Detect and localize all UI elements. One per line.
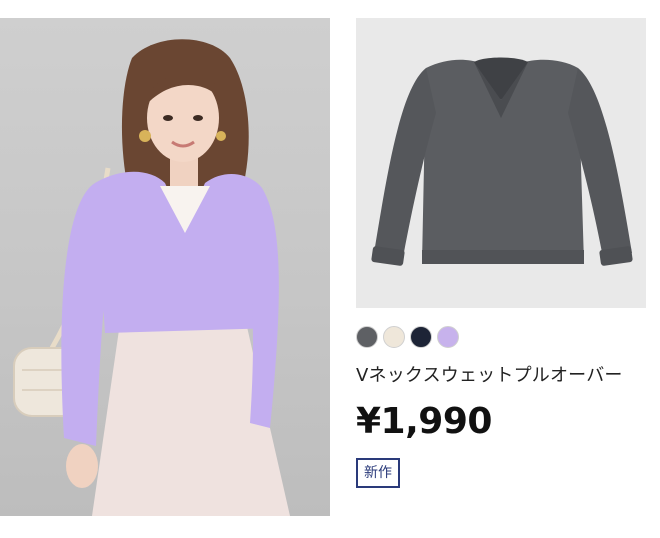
product-image[interactable]	[356, 18, 646, 308]
swatch-navy[interactable]	[410, 326, 432, 348]
product-listing: Vネックスウェットプルオーバー ¥1,990 新作	[0, 0, 660, 538]
product-card[interactable]: Vネックスウェットプルオーバー ¥1,990 新作	[356, 18, 646, 518]
new-badge: 新作	[356, 458, 400, 488]
product-name[interactable]: Vネックスウェットプルオーバー	[356, 364, 623, 388]
swatch-off-white[interactable]	[383, 326, 405, 348]
product-price: ¥1,990	[356, 401, 492, 442]
swatch-dark-gray[interactable]	[356, 326, 378, 348]
model-photo[interactable]	[0, 18, 330, 516]
swatch-lavender[interactable]	[437, 326, 459, 348]
color-swatches	[356, 326, 459, 352]
